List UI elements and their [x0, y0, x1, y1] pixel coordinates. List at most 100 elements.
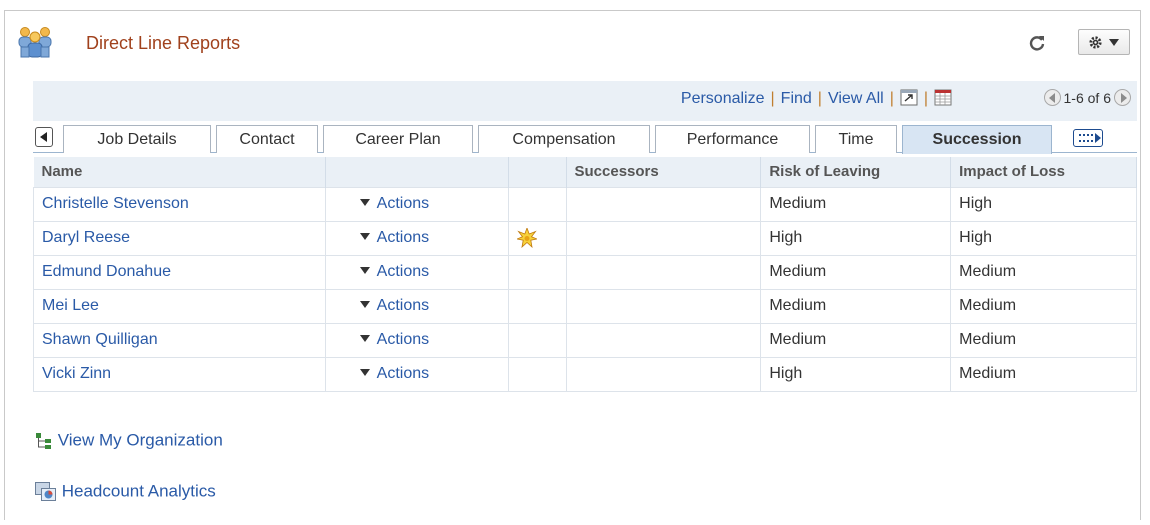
caret-down-icon [359, 267, 370, 274]
actions-label: Actions [376, 263, 430, 280]
flag-cell [507, 322, 567, 358]
column-header-flag [508, 157, 567, 187]
direct-line-reports-pagelet: Direct Line Reports Personalize | Find | Vie… [4, 10, 1141, 520]
actions-menu[interactable]: Actions [334, 195, 429, 212]
tab-succession[interactable]: Succession [902, 125, 1052, 154]
actions-label: Actions [376, 229, 430, 246]
view-my-organization-row: View My Organization [35, 430, 223, 451]
toolbar-separator: | [817, 90, 822, 107]
caret-down-icon [359, 335, 370, 342]
chevron-down-icon [1109, 39, 1119, 46]
actions-menu[interactable]: Actions [334, 263, 429, 280]
table-row: Christelle Stevenson Actions Medium High [33, 186, 1137, 222]
pagelet-options-button[interactable] [1078, 29, 1130, 55]
risk-of-leaving-cell: High [760, 220, 952, 256]
risk-of-leaving-cell: Medium [760, 288, 952, 324]
actions-label: Actions [376, 195, 430, 212]
tab-performance[interactable]: Performance [655, 125, 810, 153]
employee-name-link[interactable]: Shawn Quilligan [42, 331, 158, 348]
toolbar-separator: | [889, 90, 894, 107]
impact-of-loss-cell: Medium [950, 288, 1137, 324]
successors-cell [565, 322, 762, 358]
previous-page-icon[interactable] [1043, 89, 1061, 106]
column-header-risk-of-leaving[interactable]: Risk of Leaving [760, 157, 952, 187]
grid-header-row: Name Successors Risk of Leaving Impact o… [33, 157, 1137, 187]
impact-of-loss-cell: High [950, 220, 1137, 256]
toolbar-separator: | [770, 90, 775, 107]
direct-reports-grid: Name Successors Risk of Leaving Impact o… [33, 157, 1137, 392]
show-all-columns-icon[interactable] [1073, 129, 1103, 147]
employee-name-link[interactable]: Edmund Donahue [42, 263, 171, 280]
table-row: Shawn Quilligan Actions Medium Medium [33, 322, 1137, 358]
risk-of-leaving-cell: Medium [760, 322, 952, 358]
successors-cell [565, 356, 762, 392]
pager: 1-6 of 6 [1043, 89, 1131, 106]
scroll-tabs-left-icon[interactable] [35, 127, 53, 147]
toolbar-separator: | [923, 90, 928, 107]
successors-cell [565, 288, 762, 324]
grid-navigation-bar: Personalize | Find | View All | | 1-6 of 6 [33, 81, 1137, 121]
risk-of-leaving-cell: Medium [760, 186, 952, 222]
tab-time[interactable]: Time [815, 125, 897, 153]
employee-name-link[interactable]: Christelle Stevenson [42, 195, 189, 212]
tab-bar: Job Details Contact Career Plan Compensa… [33, 121, 1137, 154]
view-my-organization-link[interactable]: View My Organization [58, 431, 223, 450]
tab-job-details[interactable]: Job Details [63, 125, 211, 153]
actions-menu[interactable]: Actions [334, 229, 429, 246]
download-to-spreadsheet-icon[interactable] [934, 89, 952, 106]
table-row: Edmund Donahue Actions Medium Medium [33, 254, 1137, 290]
caret-down-icon [359, 301, 370, 308]
actions-menu[interactable]: Actions [334, 297, 429, 314]
impact-of-loss-cell: Medium [950, 254, 1137, 290]
pagelet-header: Direct Line Reports [5, 11, 1140, 81]
find-link[interactable]: Find [781, 90, 812, 107]
impact-of-loss-cell: Medium [950, 322, 1137, 358]
caret-down-icon [359, 199, 370, 206]
successors-cell [565, 186, 762, 222]
headcount-analytics-row: Headcount Analytics [35, 481, 216, 502]
flag-cell [507, 356, 567, 392]
tab-career-plan[interactable]: Career Plan [323, 125, 473, 153]
org-chart-icon [36, 432, 51, 449]
caret-down-icon [359, 233, 370, 240]
grid-toolbar-links: Personalize | Find | View All | | [681, 89, 952, 108]
employee-name-link[interactable]: Vicki Zinn [42, 365, 111, 382]
table-row: Mei Lee Actions Medium Medium [33, 288, 1137, 324]
headcount-analytics-link[interactable]: Headcount Analytics [62, 482, 216, 501]
impact-of-loss-cell: Medium [950, 356, 1137, 392]
employee-name-link[interactable]: Daryl Reese [42, 229, 130, 246]
people-group-icon [18, 27, 52, 58]
successors-cell [565, 220, 762, 256]
column-header-name[interactable]: Name [33, 157, 326, 187]
next-page-icon[interactable] [1114, 89, 1131, 106]
column-header-actions [325, 157, 509, 187]
actions-menu[interactable]: Actions [334, 365, 429, 382]
view-all-link[interactable]: View All [828, 90, 884, 107]
gear-icon [1089, 36, 1102, 49]
actions-label: Actions [376, 365, 430, 382]
pager-range: 1-6 of 6 [1063, 90, 1111, 106]
tab-compensation[interactable]: Compensation [478, 125, 650, 153]
risk-of-leaving-cell: High [760, 356, 952, 392]
column-header-successors[interactable]: Successors [566, 157, 762, 187]
actions-label: Actions [376, 297, 430, 314]
flag-cell [507, 220, 567, 256]
flag-cell [507, 186, 567, 222]
personalize-link[interactable]: Personalize [681, 90, 765, 107]
tab-contact[interactable]: Contact [216, 125, 318, 153]
column-header-impact-of-loss[interactable]: Impact of Loss [950, 157, 1137, 187]
table-row: Vicki Zinn Actions High Medium [33, 356, 1137, 392]
flag-cell [507, 254, 567, 290]
employee-name-link[interactable]: Mei Lee [42, 297, 99, 314]
table-row: Daryl Reese Actions High High [33, 220, 1137, 256]
actions-menu[interactable]: Actions [334, 331, 429, 348]
star-burst-icon [516, 228, 537, 248]
refresh-icon[interactable] [1028, 34, 1046, 52]
pagelet-title: Direct Line Reports [86, 33, 241, 53]
analytics-icon [35, 481, 56, 501]
actions-label: Actions [376, 331, 430, 348]
risk-of-leaving-cell: Medium [760, 254, 952, 290]
flag-cell [507, 288, 567, 324]
impact-of-loss-cell: High [950, 186, 1137, 222]
zoom-icon[interactable] [900, 89, 918, 106]
